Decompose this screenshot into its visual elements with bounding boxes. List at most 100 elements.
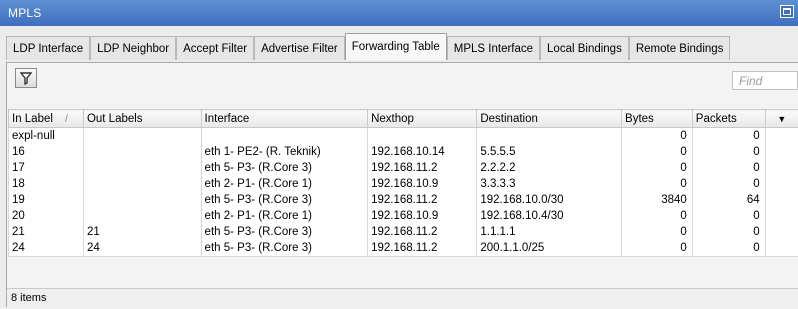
cell-interface (201, 128, 368, 145)
cell-interface: eth 5- P3- (R.Core 3) (201, 240, 368, 257)
table-row[interactable]: 17eth 5- P3- (R.Core 3)192.168.11.22.2.2… (9, 160, 798, 176)
cell-nexthop: 192.168.10.9 (368, 176, 477, 192)
tab-ldp-neighbor[interactable]: LDP Neighbor (90, 36, 176, 60)
cell-in-label: 16 (9, 144, 84, 160)
column-header-interface[interactable]: Interface (201, 110, 368, 128)
column-header-packets[interactable]: Packets (692, 110, 765, 128)
column-header-in-label[interactable]: In Label/ (9, 110, 84, 128)
cell-bytes: 0 (622, 208, 693, 224)
cell-filler (765, 176, 798, 192)
cell-nexthop: 192.168.11.2 (368, 192, 477, 208)
cell-interface: eth 5- P3- (R.Core 3) (201, 192, 368, 208)
cell-in-label: 24 (9, 240, 84, 257)
tab-forwarding-table[interactable]: Forwarding Table (345, 33, 447, 60)
cell-packets: 0 (692, 208, 765, 224)
table-row[interactable]: 16 eth 1- PE2- (R. Teknik)192.168.10.145.… (9, 144, 798, 160)
cell-filler (765, 192, 798, 208)
toolbar (7, 63, 798, 93)
forwarding-table-panel: In Label/ Out Labels Interface Nexthop D… (6, 62, 798, 307)
cell-interface: eth 5- P3- (R.Core 3) (201, 160, 368, 176)
cell-in-label: expl-null (9, 128, 84, 145)
column-header-bytes[interactable]: Bytes (622, 110, 693, 128)
tab-bar: LDP Interface LDP Neighbor Accept Filter… (6, 36, 730, 62)
status-bar: 8 items (7, 288, 798, 309)
tab-accept-filter[interactable]: Accept Filter (176, 36, 254, 60)
cell-filler (765, 240, 798, 257)
table-row[interactable]: 20eth 2- P1- (R.Core 1)192.168.10.9192.1… (9, 208, 798, 224)
cell-packets: 0 (692, 240, 765, 257)
tab-mpls-interface[interactable]: MPLS Interface (447, 36, 540, 60)
table-row[interactable]: expl-null 00 (9, 128, 798, 145)
cell-destination: 192.168.10.4/30 (477, 208, 622, 224)
cell-filler (765, 144, 798, 160)
cell-destination: 5.5.5.5 (477, 144, 622, 160)
find-input[interactable] (732, 71, 798, 90)
cell-bytes: 0 (622, 224, 693, 240)
cell-nexthop: 192.168.11.2 (368, 240, 477, 257)
cell-out-labels (83, 128, 201, 145)
table-row[interactable]: 18 eth 2- P1- (R.Core 1)192.168.10.93.3.3… (9, 176, 798, 192)
cell-interface: eth 2- P1- (R.Core 1) (201, 208, 368, 224)
cell-interface: eth 5- P3- (R.Core 3) (201, 224, 368, 240)
title-bar[interactable]: MPLS (0, 0, 798, 26)
cell-bytes: 3840 (622, 192, 693, 208)
tab-local-bindings[interactable]: Local Bindings (540, 36, 629, 60)
mpls-window: MPLS LDP Interface LDP Neighbor Accept F… (0, 0, 798, 307)
cell-out-labels (83, 160, 201, 176)
cell-nexthop (368, 128, 477, 145)
cell-destination: 192.168.10.0/30 (477, 192, 622, 208)
cell-in-label: 18 (9, 176, 84, 192)
filter-button[interactable] (15, 68, 37, 88)
table-body: expl-null0016eth 1- PE2- (R. Teknik)192.… (9, 128, 798, 257)
column-header-destination[interactable]: Destination (477, 110, 622, 128)
cell-destination: 2.2.2.2 (477, 160, 622, 176)
cell-in-label: 17 (9, 160, 84, 176)
cell-in-label: 21 (9, 224, 84, 240)
cell-out-labels (83, 144, 201, 160)
tab-remote-bindings[interactable]: Remote Bindings (629, 36, 731, 60)
cell-packets: 0 (692, 160, 765, 176)
cell-nexthop: 192.168.11.2 (368, 224, 477, 240)
column-header-out-labels[interactable]: Out Labels (83, 110, 201, 128)
cell-out-labels: 24 (83, 240, 201, 257)
cell-interface: eth 1- PE2- (R. Teknik) (201, 144, 368, 160)
cell-in-label: 20 (9, 208, 84, 224)
cell-destination: 200.1.1.0/25 (477, 240, 622, 257)
column-header-nexthop[interactable]: Nexthop (368, 110, 477, 128)
cell-bytes: 0 (622, 176, 693, 192)
cell-bytes: 0 (622, 128, 693, 145)
forwarding-table: In Label/ Out Labels Interface Nexthop D… (8, 109, 798, 257)
cell-out-labels (83, 208, 201, 224)
cell-destination: 3.3.3.3 (477, 176, 622, 192)
cell-destination (477, 128, 622, 145)
item-count: 8 items (11, 292, 46, 304)
cell-out-labels: 21 (83, 224, 201, 240)
cell-filler (765, 224, 798, 240)
cell-filler (765, 160, 798, 176)
cell-filler (765, 128, 798, 145)
column-chooser-icon[interactable]: ▼ (765, 110, 798, 128)
window-title: MPLS (8, 6, 41, 20)
cell-packets: 0 (692, 144, 765, 160)
cell-nexthop: 192.168.10.14 (368, 144, 477, 160)
cell-in-label: 19 (9, 192, 84, 208)
cell-bytes: 0 (622, 160, 693, 176)
cell-interface: eth 2- P1- (R.Core 1) (201, 176, 368, 192)
table-row[interactable]: 2424eth 5- P3- (R.Core 3)192.168.11.2200… (9, 240, 798, 257)
table-header-row: In Label/ Out Labels Interface Nexthop D… (9, 110, 798, 128)
tab-advertise-filter[interactable]: Advertise Filter (254, 36, 345, 60)
cell-out-labels (83, 192, 201, 208)
cell-packets: 0 (692, 224, 765, 240)
restore-window-icon[interactable] (780, 5, 794, 18)
cell-destination: 1.1.1.1 (477, 224, 622, 240)
table-row[interactable]: 2121eth 5- P3- (R.Core 3)192.168.11.21.1… (9, 224, 798, 240)
cell-bytes: 0 (622, 144, 693, 160)
cell-filler (765, 208, 798, 224)
cell-packets: 0 (692, 128, 765, 145)
tab-ldp-interface[interactable]: LDP Interface (6, 36, 90, 60)
cell-bytes: 0 (622, 240, 693, 257)
cell-out-labels (83, 176, 201, 192)
sort-indicator: / (65, 114, 68, 125)
filter-icon (20, 72, 32, 85)
table-row[interactable]: 19 eth 5- P3- (R.Core 3)192.168.11.2192.1… (9, 192, 798, 208)
